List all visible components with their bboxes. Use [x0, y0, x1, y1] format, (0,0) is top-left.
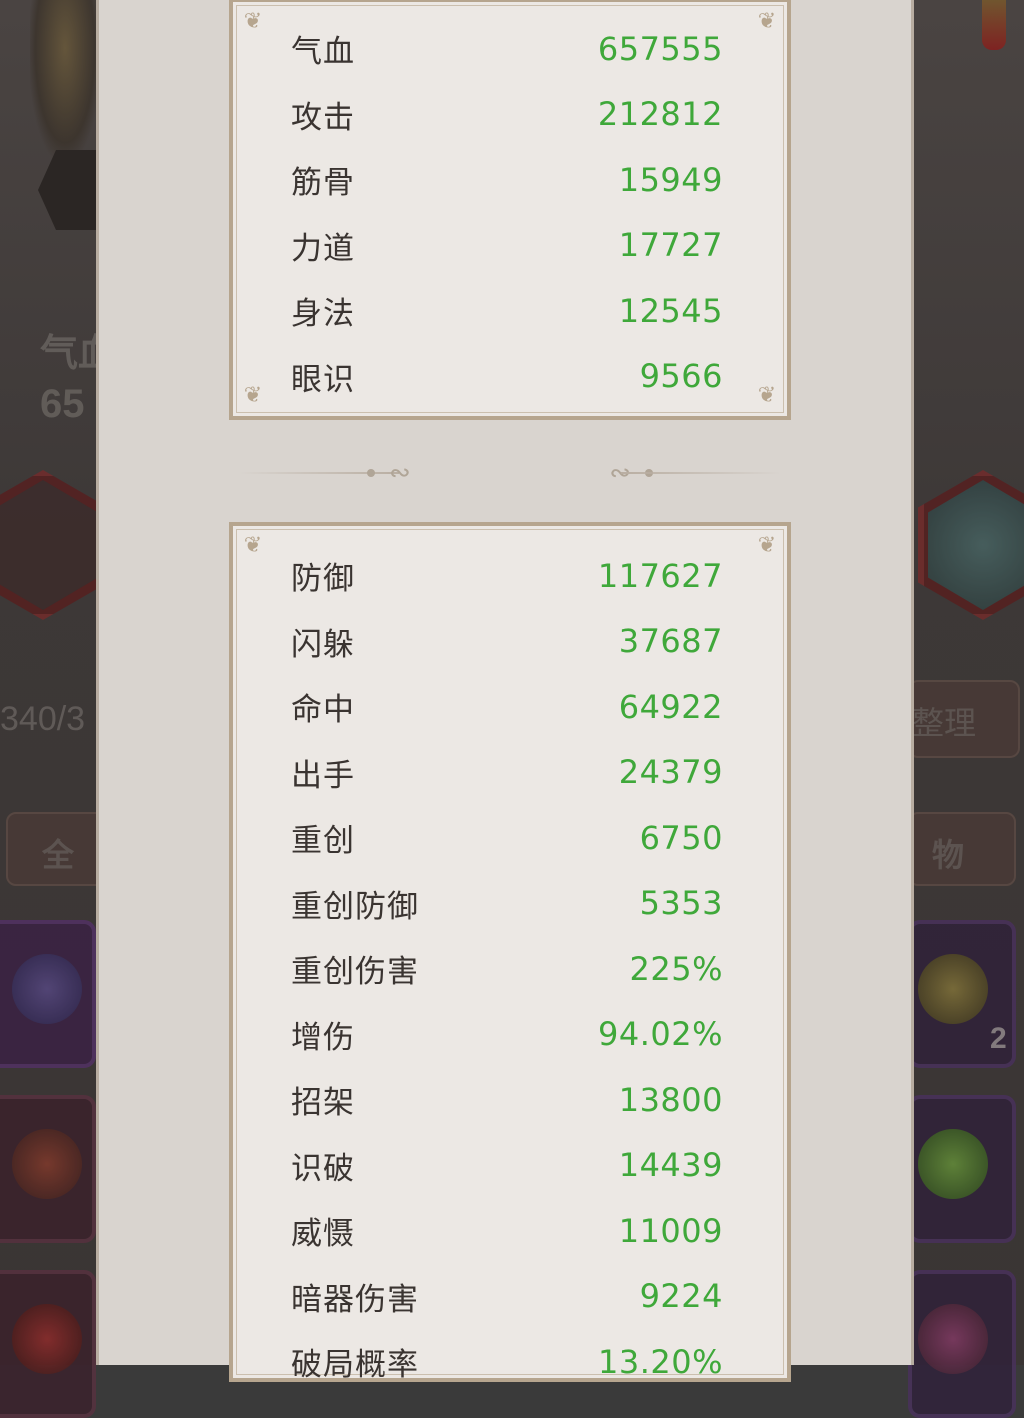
stat-row: 身法 12545 — [291, 278, 723, 344]
section-divider: ∾ ∾ — [239, 458, 781, 488]
stat-row: 攻击 212812 — [291, 82, 723, 148]
stat-value: 9566 — [639, 357, 723, 396]
stat-row: 破局概率 13.20% — [291, 1329, 723, 1382]
corner-ornament-icon: ❦ — [243, 533, 263, 558]
stat-row: 识破 14439 — [291, 1133, 723, 1199]
tassel-icon — [982, 0, 1006, 50]
stat-value: 17727 — [618, 226, 723, 265]
stat-label: 招架 — [291, 1085, 355, 1122]
stat-value: 15949 — [618, 160, 723, 199]
weapon-slot[interactable] — [0, 470, 108, 620]
stat-value: 14439 — [618, 1146, 723, 1185]
stat-label: 命中 — [291, 692, 355, 729]
stat-label: 破局概率 — [291, 1347, 419, 1382]
stat-row: 招架 13800 — [291, 1067, 723, 1133]
inventory-slot[interactable]: 2 — [908, 920, 1016, 1068]
item-count: 2 — [990, 1022, 1007, 1055]
tab-all-label: 全 — [42, 837, 75, 873]
stat-row: 筋骨 15949 — [291, 147, 723, 213]
stat-row: 力道 17727 — [291, 213, 723, 279]
stat-label: 攻击 — [291, 99, 355, 136]
mount-slot[interactable] — [918, 470, 1024, 620]
stat-value: 24379 — [618, 753, 723, 792]
sort-button-label: 整理 — [912, 705, 977, 741]
dragon-ornament-icon — [30, 0, 100, 160]
corner-ornament-icon: ❦ — [757, 533, 777, 558]
stat-label: 重创伤害 — [291, 954, 419, 991]
stat-row: 重创防御 5353 — [291, 871, 723, 937]
ore-icon — [12, 1304, 82, 1374]
stat-label: 筋骨 — [291, 165, 355, 202]
stat-row: 重创伤害 225% — [291, 936, 723, 1002]
background-vitality-value: 65 — [40, 382, 85, 426]
stat-row: 闪躲 37687 — [291, 609, 723, 675]
stat-value: 225% — [629, 949, 723, 988]
stat-value: 11009 — [618, 1211, 723, 1250]
advanced-attributes-card[interactable]: ❦ ❦ 防御 117627 闪躲 37687 命中 64922 出手 24379 重创 6750 重… — [229, 522, 791, 1382]
stat-row: 出手 24379 — [291, 740, 723, 806]
sort-button[interactable]: 整理 — [908, 680, 1020, 758]
tab-all[interactable]: 全 — [6, 812, 110, 886]
tab-items-label: 物 — [932, 837, 965, 873]
stat-value: 13800 — [618, 1080, 723, 1119]
stat-row: 增伤 94.02% — [291, 1002, 723, 1068]
inventory-slot[interactable] — [0, 1095, 96, 1243]
stat-value: 94.02% — [597, 1015, 723, 1054]
stat-label: 重创 — [291, 823, 355, 860]
stat-label: 威慑 — [291, 1216, 355, 1253]
stat-label: 眼识 — [291, 361, 355, 398]
stat-value: 657555 — [597, 29, 723, 68]
stat-label: 气血 — [291, 34, 355, 71]
stat-label: 出手 — [291, 757, 355, 794]
stat-row: 重创 6750 — [291, 805, 723, 871]
jade-token-icon — [918, 1129, 988, 1199]
orb-icon — [918, 1304, 988, 1374]
bag-capacity: 340/3 — [0, 700, 86, 738]
corner-ornament-icon: ❦ — [757, 383, 777, 408]
inventory-slot[interactable] — [0, 920, 96, 1068]
background-right-panel: 整理 物 2 — [908, 0, 1024, 1418]
stat-label: 力道 — [291, 230, 355, 267]
stat-value: 37687 — [618, 622, 723, 661]
basic-attributes-card: ❦ ❦ ❦ ❦ 气血 657555 攻击 212812 筋骨 15949 力道 17727 身法… — [229, 0, 791, 420]
inventory-slot[interactable] — [0, 1270, 96, 1418]
gem-icon — [12, 954, 82, 1024]
background-left-panel: 气血 65 340/3 全 — [0, 0, 116, 1418]
stat-value: 9224 — [639, 1277, 723, 1316]
stat-row: 命中 64922 — [291, 674, 723, 740]
inventory-slot[interactable] — [908, 1270, 1016, 1418]
corner-ornament-icon: ❦ — [757, 9, 777, 34]
swirl-ornament-icon: ∾ — [389, 458, 411, 488]
stat-label: 增伤 — [291, 1019, 355, 1056]
stat-value: 13.20% — [597, 1342, 723, 1381]
inventory-slot[interactable] — [908, 1095, 1016, 1243]
level-plate — [38, 150, 98, 230]
ore-icon — [12, 1129, 82, 1199]
attribute-detail-panel[interactable]: ❦ ❦ ❦ ❦ 气血 657555 攻击 212812 筋骨 15949 力道 17727 身法… — [96, 0, 914, 1382]
stat-label: 身法 — [291, 296, 355, 333]
corner-ornament-icon: ❦ — [243, 383, 263, 408]
stat-row: 气血 657555 — [291, 16, 723, 82]
stat-label: 识破 — [291, 1150, 355, 1187]
stat-row: 威慑 11009 — [291, 1198, 723, 1264]
stat-value: 12545 — [618, 291, 723, 330]
stat-value: 117627 — [597, 556, 723, 595]
stat-value: 64922 — [618, 687, 723, 726]
stat-label: 暗器伤害 — [291, 1281, 419, 1318]
stat-value: 5353 — [639, 884, 723, 923]
gold-ore-icon — [918, 954, 988, 1024]
stat-label: 防御 — [291, 561, 355, 598]
stat-value: 212812 — [597, 95, 723, 134]
stat-value: 6750 — [639, 818, 723, 857]
stat-label: 重创防御 — [291, 888, 419, 925]
stat-row: 眼识 9566 — [291, 344, 723, 410]
tab-items[interactable]: 物 — [908, 812, 1016, 886]
stat-row: 暗器伤害 9224 — [291, 1264, 723, 1330]
basic-attributes-list: 气血 657555 攻击 212812 筋骨 15949 力道 17727 身法 12545 眼识 9… — [291, 16, 723, 409]
advanced-attributes-list[interactable]: 防御 117627 闪躲 37687 命中 64922 出手 24379 重创 6750 重创防御 5… — [291, 543, 723, 1382]
stat-label: 闪躲 — [291, 626, 355, 663]
stat-row: 防御 117627 — [291, 543, 723, 609]
corner-ornament-icon: ❦ — [243, 9, 263, 34]
